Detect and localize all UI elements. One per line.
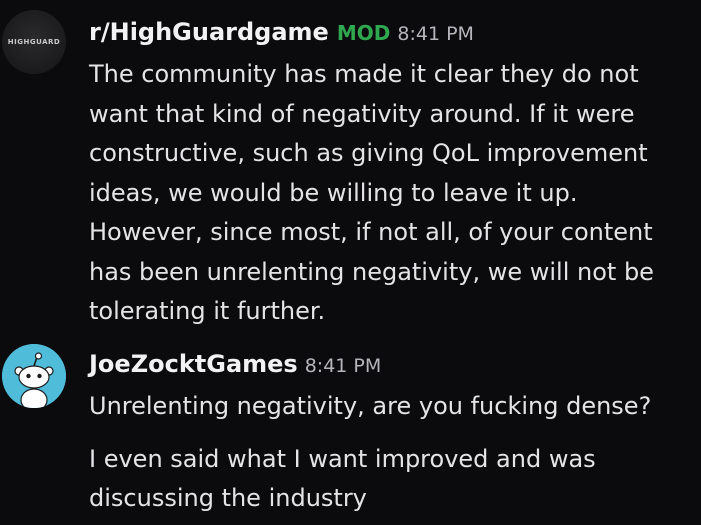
message-line: discussing the industry xyxy=(89,484,367,512)
message-paragraph: I even said what I want improved and was… xyxy=(89,440,689,519)
message-line: has been unrelenting negativity, we will… xyxy=(89,257,654,286)
message-line: The community has made it clear they do … xyxy=(89,60,639,88)
message-body: The community has made it clear they do … xyxy=(89,55,689,332)
mod-badge: MOD xyxy=(336,21,391,45)
username[interactable]: r/HighGuardgame xyxy=(89,18,329,46)
message-line: want that kind of negativity around. If … xyxy=(89,99,635,128)
highguard-logo-icon: HIGHGUARD xyxy=(7,38,61,46)
avatar[interactable] xyxy=(2,344,66,408)
message-line: I even said what I want improved and was xyxy=(89,444,596,473)
reddit-snoo-icon xyxy=(2,344,66,408)
message-header: r/HighGuardgame MOD 8:41 PM xyxy=(89,18,474,46)
message-line: tolerating it further. xyxy=(89,297,326,325)
timestamp: 8:41 PM xyxy=(304,355,382,377)
avatar[interactable]: HIGHGUARD xyxy=(2,10,66,74)
message-body: Unrelenting negativity, are you fucking … xyxy=(89,387,689,519)
message-paragraph: Unrelenting negativity, are you fucking … xyxy=(89,387,689,427)
message-line: However, since most, if not all, of your… xyxy=(89,218,653,246)
message-line: constructive, such as giving QoL improve… xyxy=(89,139,648,167)
message-header: JoeZocktGames 8:41 PM xyxy=(89,350,381,378)
message-line: ideas, we would be willing to leave it u… xyxy=(89,178,578,207)
timestamp: 8:41 PM xyxy=(397,23,474,45)
message-line: Unrelenting negativity, are you fucking … xyxy=(89,392,652,420)
username[interactable]: JoeZocktGames xyxy=(89,350,298,378)
